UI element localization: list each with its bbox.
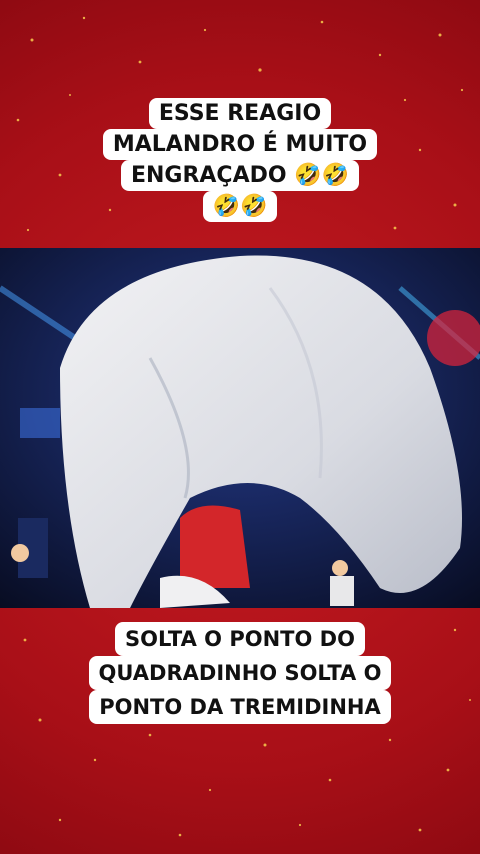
bottom-caption-line-1: SOLTA O PONTO DO xyxy=(115,622,365,656)
video-still xyxy=(0,248,480,608)
video-frame[interactable] xyxy=(0,248,480,608)
bottom-caption: SOLTA O PONTO DO QUADRADINHO SOLTA O PON… xyxy=(0,622,480,724)
top-caption: ESSE REAGIO MALANDRO É MUITO ENGRAÇADO 🤣… xyxy=(0,98,480,222)
top-caption-line-4: 🤣🤣 xyxy=(202,191,278,222)
top-caption-line-1: ESSE REAGIO xyxy=(148,98,332,129)
bottom-caption-line-2: QUADRADINHO SOLTA O xyxy=(88,656,392,690)
top-caption-line-3: ENGRAÇADO 🤣🤣 xyxy=(120,160,360,191)
bottom-caption-line-3: PONTO DA TREMIDINHA xyxy=(89,690,391,724)
top-caption-line-2: MALANDRO É MUITO xyxy=(102,129,378,160)
